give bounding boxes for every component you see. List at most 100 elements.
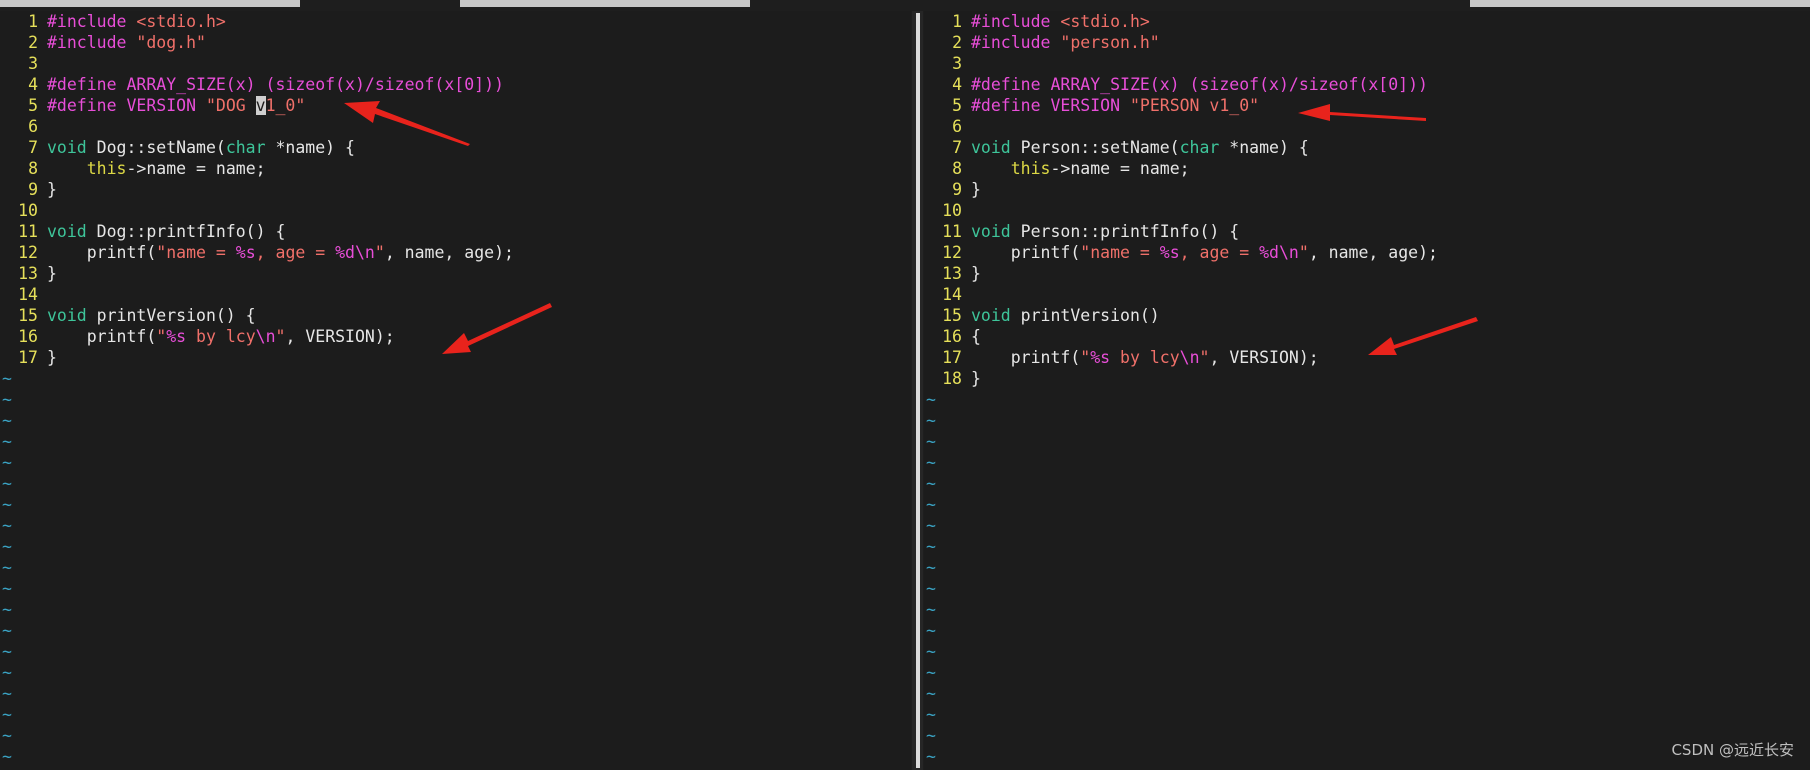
line-number: 2 xyxy=(28,33,38,52)
tilde-marker: ~ xyxy=(926,411,936,430)
line-number: 7 xyxy=(952,138,962,157)
code-token: } xyxy=(971,369,981,388)
right-editor-pane[interactable]: 1 #include <stdio.h> 2 #include "person.h" 3… xyxy=(924,11,1810,770)
code-line[interactable]: 11 void Person::printfInfo() { xyxy=(924,221,1810,242)
split-divider-bar[interactable] xyxy=(916,13,920,768)
line-number: 14 xyxy=(942,285,962,304)
line-number: 4 xyxy=(952,75,962,94)
left-editor-pane[interactable]: 1 #include <stdio.h> 2 #include "dog.h" 3 4 #d… xyxy=(0,11,911,770)
code-token: } xyxy=(971,264,981,283)
split-divider[interactable] xyxy=(912,11,923,770)
code-token: } xyxy=(971,180,981,199)
empty-buffer-line: ~ xyxy=(0,431,911,452)
line-number: 4 xyxy=(28,75,38,94)
code-token: " xyxy=(156,327,167,346)
tilde-marker: ~ xyxy=(2,600,12,619)
empty-buffer-line: ~ xyxy=(924,452,1810,473)
code-line[interactable]: 1 #include <stdio.h> xyxy=(924,11,1810,32)
line-number: 10 xyxy=(18,201,38,220)
code-line[interactable]: 10 xyxy=(0,200,911,221)
arrow-shape xyxy=(344,101,470,146)
code-line[interactable]: 9} xyxy=(0,179,911,200)
line-number: 15 xyxy=(942,306,962,325)
tilde-marker: ~ xyxy=(2,495,12,514)
annotation-arrow-version-person xyxy=(1294,100,1434,134)
code-line[interactable]: 14 xyxy=(924,284,1810,305)
line-number: 16 xyxy=(942,327,962,346)
empty-buffer-line: ~ xyxy=(0,641,911,662)
tilde-marker: ~ xyxy=(2,390,12,409)
empty-buffer-line: ~ xyxy=(924,620,1810,641)
code-line[interactable]: 7 void Person::setName(char *name) { xyxy=(924,137,1810,158)
code-line[interactable]: 18} xyxy=(924,368,1810,389)
code-line[interactable]: 13} xyxy=(924,263,1810,284)
tilde-marker: ~ xyxy=(926,747,936,766)
code-token: %s xyxy=(166,327,187,346)
code-token: , name, age); xyxy=(384,243,514,262)
browser-top-strip xyxy=(0,0,1810,7)
code-line[interactable]: 3 xyxy=(924,53,1810,74)
code-token: void xyxy=(47,138,97,157)
tilde-marker: ~ xyxy=(926,432,936,451)
empty-buffer-line: ~ xyxy=(924,683,1810,704)
code-token: "dog.h" xyxy=(136,33,206,52)
tilde-marker: ~ xyxy=(2,558,12,577)
tilde-marker: ~ xyxy=(2,579,12,598)
tilde-marker: ~ xyxy=(2,642,12,661)
code-token: %s xyxy=(235,243,256,262)
line-number: 8 xyxy=(28,159,38,178)
code-line[interactable]: 2 #include "person.h" xyxy=(924,32,1810,53)
code-token: " xyxy=(1080,348,1091,367)
code-token: <stdio.h> xyxy=(1060,12,1150,31)
empty-buffer-line: ~ xyxy=(924,536,1810,557)
empty-buffer-line: ~ xyxy=(924,704,1810,725)
code-token: void xyxy=(971,306,1021,325)
empty-buffer-line: ~ xyxy=(924,410,1810,431)
code-line[interactable]: 1 #include <stdio.h> xyxy=(0,11,911,32)
code-line[interactable]: 4 #define ARRAY_SIZE(x) (sizeof(x)/sizeof… xyxy=(924,74,1810,95)
line-number: 1 xyxy=(952,12,962,31)
line-number: 8 xyxy=(952,159,962,178)
tilde-marker: ~ xyxy=(2,684,12,703)
tilde-marker: ~ xyxy=(2,369,12,388)
tilde-marker: ~ xyxy=(2,516,12,535)
line-number: 13 xyxy=(942,264,962,283)
line-number: 3 xyxy=(952,54,962,73)
line-number: 17 xyxy=(18,348,38,367)
code-token: #define VERSION xyxy=(47,96,206,115)
code-token: } xyxy=(47,264,57,283)
code-line[interactable]: 3 xyxy=(0,53,911,74)
code-token: char xyxy=(225,138,266,157)
empty-buffer-line: ~ xyxy=(0,725,911,746)
code-line[interactable]: 9} xyxy=(924,179,1810,200)
line-number: 12 xyxy=(942,243,962,262)
code-token: char xyxy=(1179,138,1220,157)
empty-buffer-line: ~ xyxy=(0,620,911,641)
line-number: 7 xyxy=(28,138,38,157)
empty-buffer-line: ~ xyxy=(924,494,1810,515)
empty-buffer-line: ~ xyxy=(924,599,1810,620)
tilde-marker: ~ xyxy=(926,579,936,598)
code-line[interactable]: 11 void Dog::printfInfo() { xyxy=(0,221,911,242)
code-token: , name, age); xyxy=(1308,243,1438,262)
code-line[interactable]: 8 this->name = name; xyxy=(924,158,1810,179)
code-line[interactable]: 8 this->name = name; xyxy=(0,158,911,179)
line-number: 18 xyxy=(942,369,962,388)
code-line[interactable]: 4 #define ARRAY_SIZE(x) (sizeof(x)/sizeof… xyxy=(0,74,911,95)
line-number: 5 xyxy=(28,96,38,115)
code-line[interactable]: 12 printf("name = %s, age = %d\n", name,… xyxy=(924,242,1810,263)
code-line[interactable]: 10 xyxy=(924,200,1810,221)
code-token: #define ARRAY_SIZE(x) (sizeof(x)/sizeof(… xyxy=(47,75,504,94)
empty-buffer-line: ~ xyxy=(0,599,911,620)
code-line[interactable]: 2 #include "dog.h" xyxy=(0,32,911,53)
code-line[interactable]: 13} xyxy=(0,263,911,284)
code-line[interactable]: 12 printf("name = %s, age = %d\n", name,… xyxy=(0,242,911,263)
tilde-marker: ~ xyxy=(926,495,936,514)
line-number: 2 xyxy=(952,33,962,52)
line-number: 13 xyxy=(18,264,38,283)
code-token: " xyxy=(1199,348,1210,367)
code-token: Person::setName( xyxy=(1020,138,1180,157)
line-number: 5 xyxy=(952,96,962,115)
line-number: 12 xyxy=(18,243,38,262)
